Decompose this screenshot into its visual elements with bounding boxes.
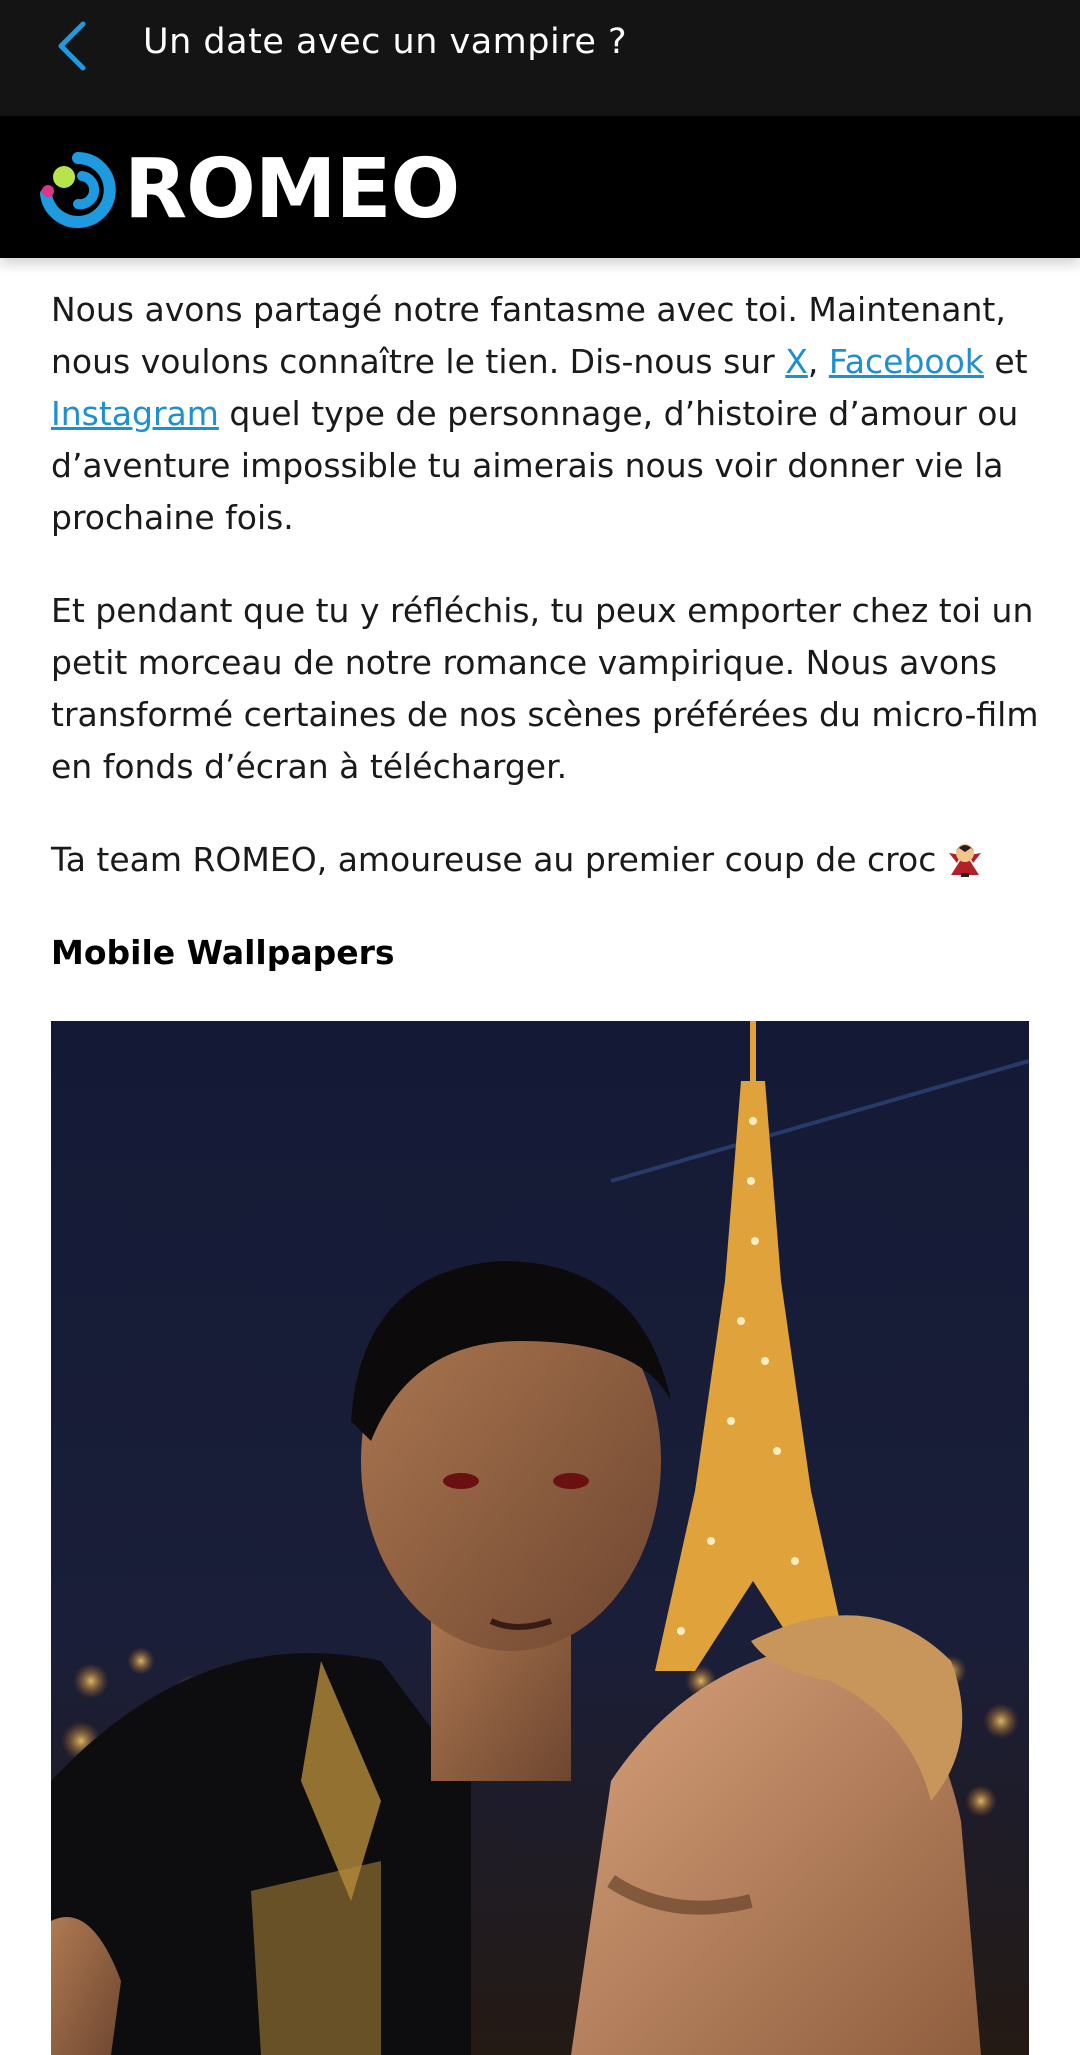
- back-button[interactable]: [44, 14, 100, 78]
- page-title: Un date avec un vampire ?: [143, 22, 628, 62]
- app-top-bar: Un date avec un vampire ?: [0, 0, 1080, 116]
- romeo-logo-icon[interactable]: [38, 150, 120, 232]
- wallpaper-scene: [51, 1021, 1029, 2055]
- paragraph-intro: Nous avons partagé notre fantasme avec t…: [51, 284, 1041, 544]
- link-facebook[interactable]: Facebook: [829, 342, 984, 381]
- paragraph-signoff: Ta team ROMEO, amoureuse au premier coup…: [51, 834, 1041, 886]
- vampire-emoji-icon: [948, 844, 981, 877]
- wallpaper-image[interactable]: [51, 1021, 1029, 2055]
- article-body: Nous avons partagé notre fantasme avec t…: [51, 284, 1041, 1022]
- paragraph-wallpapers: Et pendant que tu y réfléchis, tu peux e…: [51, 591, 1039, 786]
- brand-wordmark[interactable]: ROMEO: [124, 142, 460, 238]
- link-instagram[interactable]: Instagram: [51, 394, 219, 433]
- paragraph-text: et: [983, 342, 1028, 381]
- chevron-left-icon: [58, 21, 86, 71]
- link-x[interactable]: X: [785, 342, 808, 381]
- section-title: Mobile Wallpapers: [51, 933, 395, 972]
- signoff-text: Ta team ROMEO, amoureuse au premier coup…: [51, 840, 937, 879]
- separator-text: ,: [807, 342, 829, 381]
